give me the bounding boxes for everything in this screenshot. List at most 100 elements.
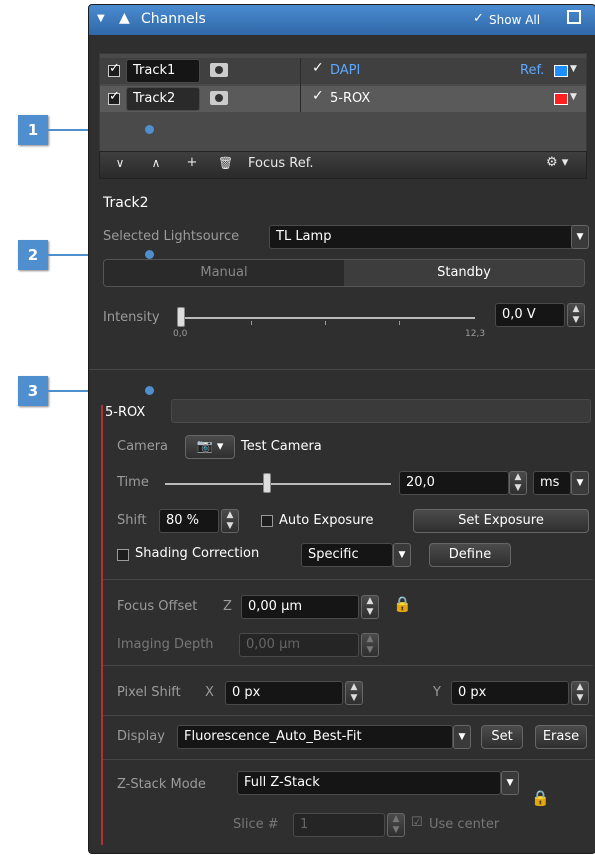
- show-all-checkmark-icon[interactable]: ✓: [473, 11, 484, 26]
- time-input[interactable]: 20,0: [399, 471, 509, 495]
- camera-icon[interactable]: [210, 63, 228, 77]
- chevron-down-icon[interactable]: ▼: [570, 64, 577, 74]
- mode-manual[interactable]: Manual: [104, 260, 344, 286]
- mode-standby[interactable]: Standby: [344, 260, 584, 286]
- intensity-slider-handle[interactable]: [177, 307, 185, 327]
- shift-stepper[interactable]: ▲ ▼: [221, 509, 239, 533]
- tick: [325, 321, 326, 325]
- imaging-depth-stepper[interactable]: ▲ ▼: [361, 633, 379, 657]
- intensity-stepper[interactable]: ▲ ▼: [567, 303, 585, 327]
- lock-icon[interactable]: 🔒: [531, 789, 550, 807]
- section-divider: [103, 759, 593, 760]
- pixel-shift-label: Pixel Shift: [117, 685, 181, 700]
- focus-offset-label: Focus Offset: [117, 599, 198, 614]
- focus-ref-button[interactable]: Focus Ref.: [248, 156, 313, 171]
- use-center-label[interactable]: Use center: [429, 817, 499, 832]
- lock-icon[interactable]: 🔒: [393, 595, 412, 613]
- channel-name: 5-ROX: [105, 405, 146, 420]
- track2-checkbox[interactable]: ✓: [108, 89, 120, 105]
- auto-exposure-label[interactable]: Auto Exposure: [279, 513, 374, 528]
- trash-icon[interactable]: 🗑: [218, 156, 233, 170]
- channel-list: ✓ Track1 DAPI ✓ Ref. ▼ ✓ Track2 ✓ 5-ROX …: [99, 53, 587, 153]
- intensity-slider-track[interactable]: [181, 317, 475, 319]
- pixel-y-input[interactable]: 0 px: [451, 681, 569, 705]
- set-exposure-button[interactable]: Set Exposure: [413, 509, 589, 533]
- track1-channel-check-icon[interactable]: ✓: [312, 60, 324, 76]
- auto-exposure-checkbox[interactable]: [261, 515, 273, 527]
- intensity-label: Intensity: [103, 310, 160, 325]
- lightsource-select[interactable]: TL Lamp: [269, 225, 581, 249]
- pixel-x-stepper[interactable]: ▲ ▼: [345, 681, 363, 705]
- track-row-2[interactable]: ✓ Track2 ✓ 5-ROX ▼: [100, 86, 586, 112]
- tick: [251, 321, 252, 325]
- shading-correction-label[interactable]: Shading Correction: [135, 546, 259, 561]
- camera-icon[interactable]: [210, 91, 228, 105]
- time-stepper[interactable]: ▲ ▼: [509, 471, 527, 495]
- section-divider: [89, 369, 595, 370]
- channels-icon: ▲: [119, 10, 130, 26]
- add-button[interactable]: +: [180, 155, 204, 170]
- erase-button[interactable]: Erase: [535, 725, 587, 749]
- pixel-x-input[interactable]: 0 px: [225, 681, 343, 705]
- gear-icon[interactable]: ⚙ ▾: [546, 155, 568, 170]
- time-unit-select[interactable]: ms: [533, 471, 571, 495]
- chevron-down-icon[interactable]: ▼: [501, 771, 519, 795]
- time-slider-track[interactable]: [165, 483, 391, 485]
- focus-offset-input[interactable]: 0,00 µm: [241, 595, 359, 619]
- collapse-icon[interactable]: ▼: [97, 13, 105, 24]
- use-center-check-icon[interactable]: ☑: [411, 815, 423, 830]
- mode-toggle: Manual Standby: [103, 259, 585, 287]
- section-divider: [103, 579, 593, 580]
- track1-checkbox[interactable]: ✓: [108, 61, 120, 77]
- track1-name-field[interactable]: Track1: [126, 59, 200, 83]
- zstack-label: Z-Stack Mode: [117, 777, 206, 792]
- display-select[interactable]: Fluorescence_Auto_Best-Fit: [177, 725, 453, 749]
- show-all-toggle[interactable]: Show All: [489, 13, 540, 27]
- zstack-select[interactable]: Full Z-Stack: [237, 771, 501, 795]
- slice-input[interactable]: 1: [293, 813, 385, 837]
- imaging-depth-input[interactable]: 0,00 µm: [239, 633, 359, 657]
- chevron-down-icon[interactable]: ▼: [570, 92, 577, 102]
- move-up-button[interactable]: ∧: [144, 156, 168, 170]
- intensity-input[interactable]: 0,0 V: [495, 303, 565, 327]
- shading-correction-checkbox[interactable]: [117, 549, 129, 561]
- section-divider: [103, 665, 593, 666]
- track1-color-swatch[interactable]: [554, 65, 568, 77]
- set-button[interactable]: Set: [481, 725, 523, 749]
- pixel-y-stepper[interactable]: ▲ ▼: [571, 681, 589, 705]
- callout-2: 2: [18, 240, 48, 270]
- track2-channel-label[interactable]: 5-ROX: [330, 91, 370, 106]
- define-button[interactable]: Define: [429, 543, 511, 567]
- camera-selector-button[interactable]: 📷 ▾: [185, 435, 235, 459]
- channel-name-field[interactable]: [171, 399, 591, 423]
- channel-divider: [300, 58, 301, 112]
- undock-icon[interactable]: [567, 10, 581, 24]
- track2-color-swatch[interactable]: [554, 93, 568, 105]
- track1-channel-label[interactable]: DAPI: [330, 63, 360, 78]
- camera-value: Test Camera: [241, 439, 322, 454]
- intensity-max-label: 12,3: [465, 329, 486, 339]
- pixel-x-label: X: [205, 685, 214, 700]
- track-row-1[interactable]: ✓ Track1 DAPI ✓ Ref. ▼: [100, 58, 586, 84]
- shading-mode-select[interactable]: Specific: [301, 543, 393, 567]
- chevron-down-icon[interactable]: ▼: [393, 543, 411, 567]
- camera-icon: 📷: [196, 439, 213, 454]
- intensity-min-label: 0,0: [173, 329, 188, 339]
- callout-3-dot: [145, 386, 154, 395]
- focus-offset-stepper[interactable]: ▲ ▼: [361, 595, 379, 619]
- callout-1: 1: [18, 115, 48, 145]
- slice-stepper[interactable]: ▲ ▼: [387, 813, 405, 837]
- chevron-down-icon[interactable]: ▼: [571, 225, 589, 249]
- channels-panel: ▼ ▲ Channels ✓ Show All ✓ Track1 DAPI ✓ …: [88, 4, 595, 854]
- chevron-down-icon[interactable]: ▼: [453, 725, 471, 749]
- track2-channel-check-icon[interactable]: ✓: [312, 88, 324, 104]
- time-slider-handle[interactable]: [263, 473, 271, 493]
- time-label: Time: [117, 475, 149, 490]
- chevron-down-icon[interactable]: ▼: [571, 471, 589, 495]
- lightsource-label: Selected Lightsource: [103, 229, 240, 244]
- panel-title: Channels: [141, 11, 206, 27]
- track2-name-field[interactable]: Track2: [126, 87, 200, 111]
- shift-input[interactable]: 80 %: [159, 509, 219, 533]
- move-down-button[interactable]: ∨: [108, 156, 132, 170]
- ref-label: Ref.: [520, 63, 545, 78]
